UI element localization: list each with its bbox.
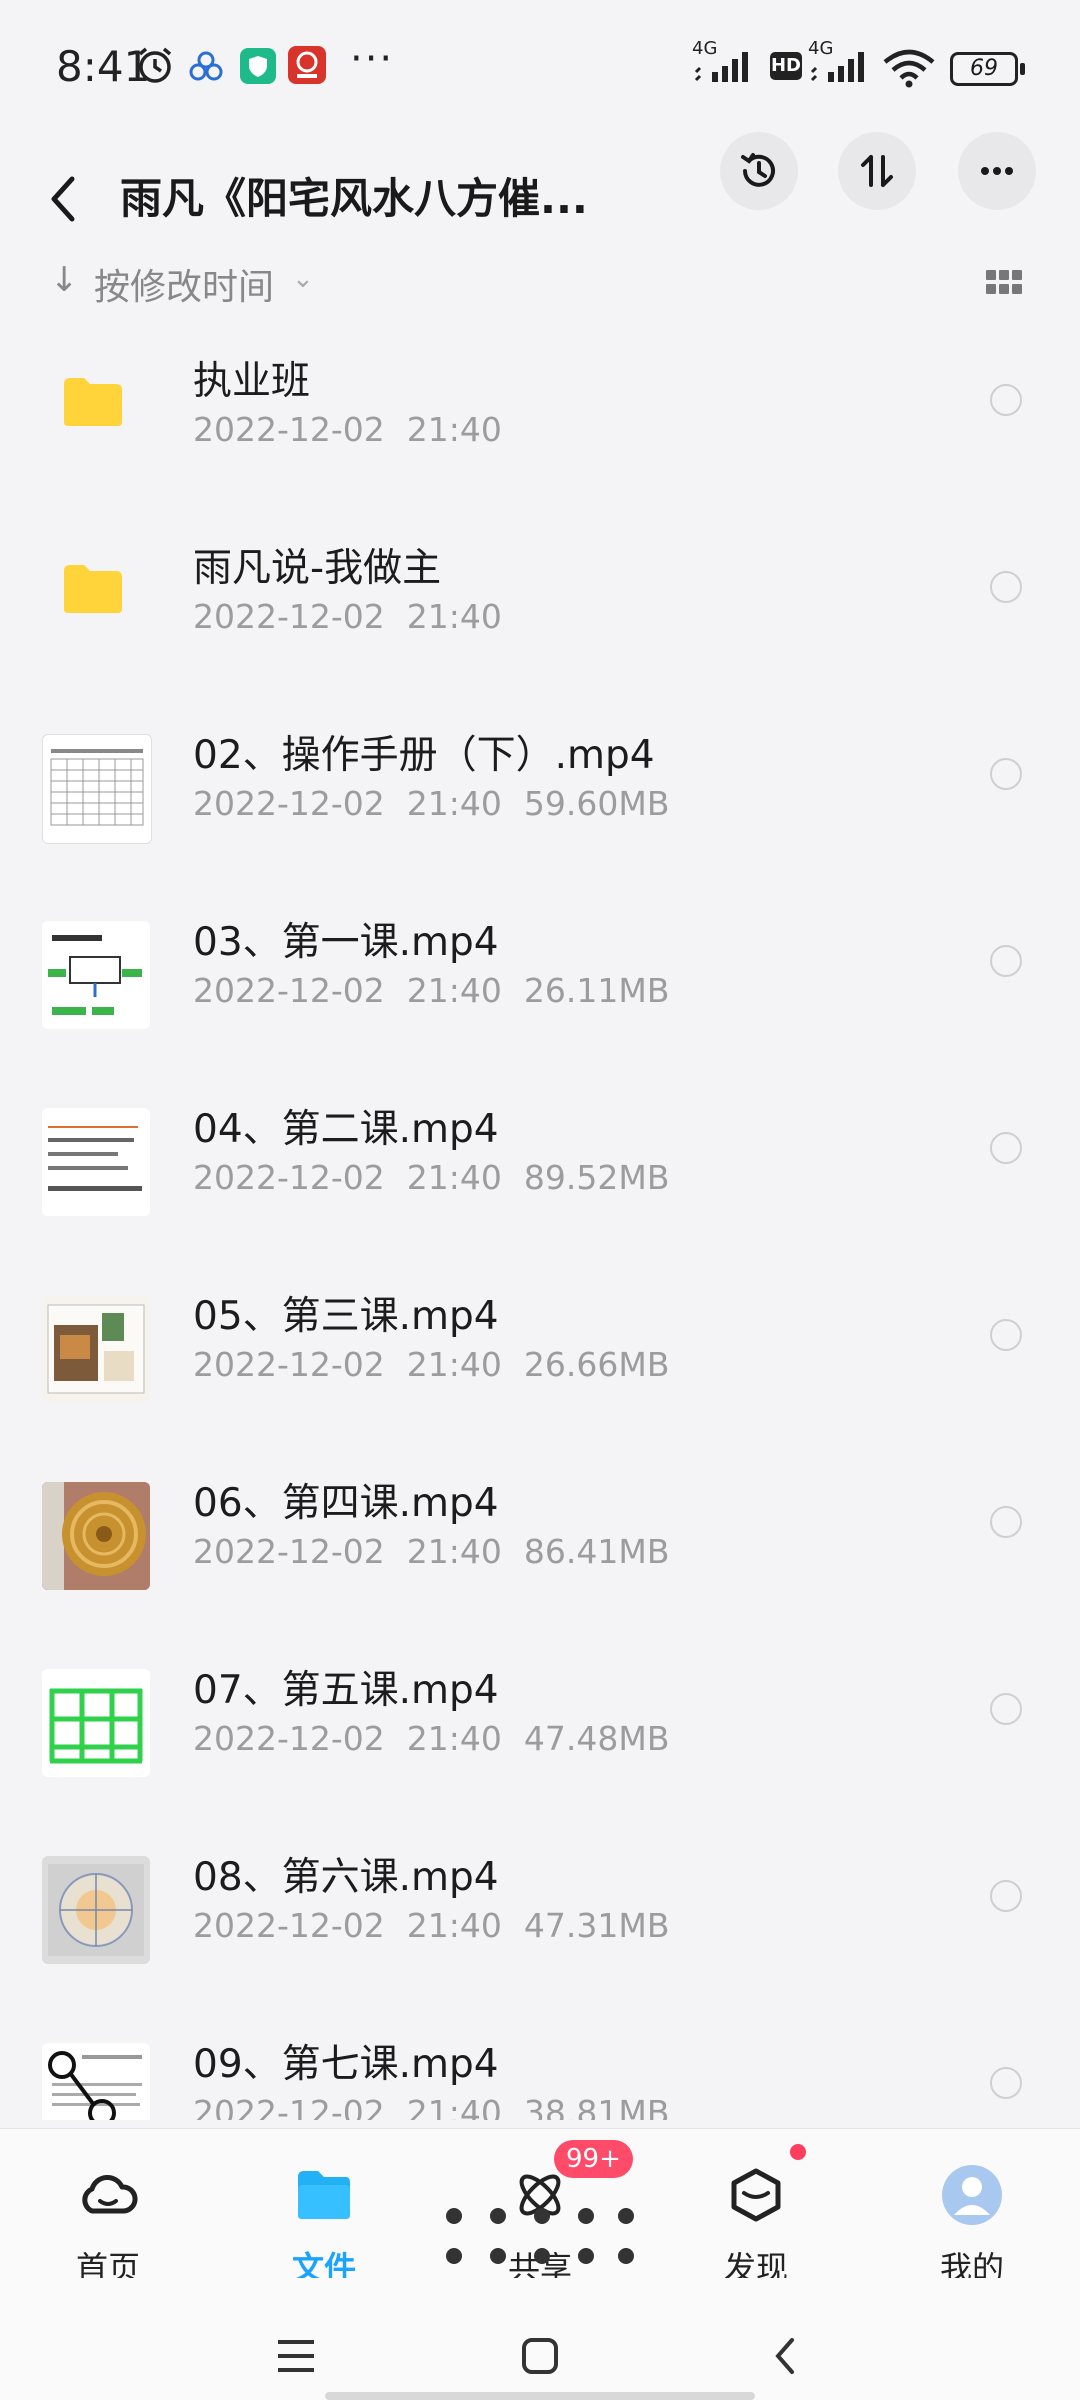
status-bar: 8:41 ··· 4G HD 4G 69 [0, 0, 1080, 135]
system-nav-bar [0, 2278, 1080, 2400]
grid-view-icon[interactable] [986, 270, 1022, 294]
list-item[interactable]: 05、第三课.mp4 2022-12-02 21:40 26.66MB [0, 1255, 1080, 1442]
file-meta: 2022-12-02 21:40 89.52MB [193, 1158, 670, 1197]
file-name: 雨凡说-我做主 [193, 546, 442, 591]
page-title: 雨凡《阳宅风水八方催... [120, 174, 588, 223]
file-meta: 2022-12-02 21:40 59.60MB [193, 784, 670, 823]
sort-label: 按修改时间 [94, 267, 275, 308]
menu-icon[interactable] [274, 2338, 318, 2374]
alarm-icon [138, 47, 172, 83]
sort-down-arrow-icon: ↓ [50, 260, 79, 300]
history-icon [741, 153, 775, 187]
select-radio[interactable] [990, 571, 1022, 603]
list-item[interactable]: 04、第二课.mp4 2022-12-02 21:40 89.52MB [0, 1068, 1080, 1255]
folder-icon [64, 565, 122, 613]
list-item[interactable]: 09、第七课.mp4 2022-12-02 21:40 38.81MB [0, 2003, 1080, 2120]
discover-box-icon [731, 2168, 781, 2222]
file-name: 02、操作手册（下）.mp4 [193, 733, 655, 778]
list-item[interactable]: 02、操作手册（下）.mp4 2022-12-02 21:40 59.60MB [0, 694, 1080, 881]
video-thumbnail [42, 734, 152, 844]
hd-badge: HD [770, 52, 802, 80]
transfer-icon [861, 155, 893, 187]
nav-profile[interactable]: 我的 [902, 2139, 1042, 2287]
list-item[interactable]: 雨凡说-我做主 2022-12-02 21:40 [0, 507, 1080, 694]
file-list: 执业班 2022-12-02 21:40 雨凡说-我做主 2022-12-02 21… [0, 320, 1080, 2120]
wifi-icon [883, 49, 935, 88]
cloud-cluster-icon [189, 51, 223, 81]
file-name: 05、第三课.mp4 [193, 1294, 499, 1339]
folder-icon [64, 378, 122, 426]
select-radio[interactable] [990, 945, 1022, 977]
signal-icon-2 [810, 52, 864, 82]
file-name: 06、第四课.mp4 [193, 1481, 499, 1526]
event-app-icon [288, 46, 326, 84]
file-meta: 2022-12-02 21:40 [193, 410, 502, 449]
list-item[interactable]: 执业班 2022-12-02 21:40 [0, 320, 1080, 507]
nav-discover[interactable]: 发现 [686, 2139, 826, 2287]
history-button[interactable] [720, 132, 798, 210]
list-item[interactable]: 03、第一课.mp4 2022-12-02 21:40 26.11MB [0, 881, 1080, 1068]
share-notification-badge: 99+ [554, 2140, 633, 2178]
file-name: 04、第二课.mp4 [193, 1107, 499, 1152]
video-thumbnail [42, 1482, 150, 1590]
list-item[interactable]: 08、第六课.mp4 2022-12-02 21:40 47.31MB [0, 1816, 1080, 2003]
list-item[interactable]: 06、第四课.mp4 2022-12-02 21:40 86.41MB [0, 1442, 1080, 1629]
title-bar: 雨凡《阳宅风水八方催... [0, 135, 1080, 265]
dot-overlay [440, 2196, 640, 2276]
select-radio[interactable] [990, 1693, 1022, 1725]
file-meta: 2022-12-02 21:40 86.41MB [193, 1532, 670, 1571]
transfer-button[interactable] [838, 132, 916, 210]
shield-app-icon [240, 48, 276, 84]
video-thumbnail [42, 1669, 150, 1777]
avatar-icon [942, 2165, 1002, 2225]
nav-files[interactable]: 文件 [254, 2139, 394, 2287]
video-thumbnail [42, 921, 150, 1029]
file-meta: 2022-12-02 21:40 [193, 597, 502, 636]
file-name: 09、第七课.mp4 [193, 2042, 499, 2087]
back-button[interactable] [44, 169, 84, 229]
more-options-button[interactable] [958, 132, 1036, 210]
cloud-home-icon [82, 2175, 138, 2214]
more-notifications: ··· [350, 36, 395, 82]
nav-home[interactable]: 首页 [38, 2139, 178, 2287]
select-radio[interactable] [990, 1319, 1022, 1351]
select-radio[interactable] [990, 384, 1022, 416]
video-thumbnail [42, 1295, 150, 1403]
file-meta: 2022-12-02 21:40 26.11MB [193, 971, 670, 1010]
file-name: 07、第五课.mp4 [193, 1668, 499, 1713]
battery-indicator: 69 [950, 52, 1025, 86]
select-radio[interactable] [990, 2067, 1022, 2099]
video-thumbnail [42, 1856, 150, 1964]
home-indicator [325, 2392, 755, 2400]
chevron-down-icon: ⌄ [292, 264, 314, 294]
list-item[interactable]: 07、第五课.mp4 2022-12-02 21:40 47.48MB [0, 1629, 1080, 1816]
folder-icon [298, 2171, 350, 2219]
signal-icon [694, 52, 748, 82]
file-meta: 2022-12-02 21:40 47.31MB [193, 1906, 670, 1945]
file-meta: 2022-12-02 21:40 38.81MB [193, 2093, 670, 2120]
file-name: 03、第一课.mp4 [193, 920, 499, 965]
file-name: 08、第六课.mp4 [193, 1855, 499, 1900]
select-radio[interactable] [990, 1132, 1022, 1164]
home-square-icon[interactable] [520, 2336, 560, 2376]
video-thumbnail [42, 1108, 150, 1216]
discover-red-dot [790, 2144, 806, 2160]
file-name: 执业班 [193, 359, 311, 404]
select-radio[interactable] [990, 1506, 1022, 1538]
file-meta: 2022-12-02 21:40 26.66MB [193, 1345, 670, 1384]
select-radio[interactable] [990, 1880, 1022, 1912]
back-nav-icon[interactable] [770, 2336, 800, 2376]
file-meta: 2022-12-02 21:40 47.48MB [193, 1719, 670, 1758]
select-radio[interactable] [990, 758, 1022, 790]
video-thumbnail [42, 2043, 150, 2120]
more-icon [981, 167, 1013, 175]
sort-bar: ↓ 按修改时间 ⌄ [0, 250, 1080, 310]
